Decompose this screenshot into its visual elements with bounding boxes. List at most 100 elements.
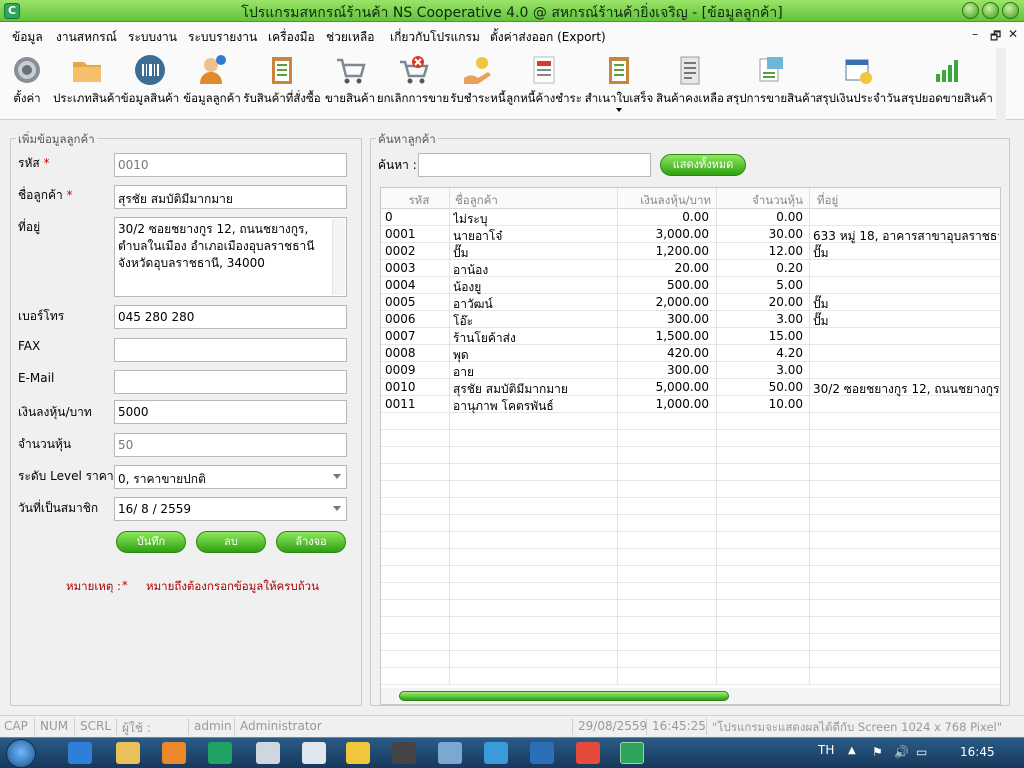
- column-header-name[interactable]: ชื่อลูกค้า: [455, 192, 498, 210]
- menu-tools[interactable]: เครื่องมือ: [268, 28, 315, 47]
- key-icon[interactable]: [346, 742, 370, 764]
- start-button[interactable]: [6, 739, 36, 768]
- clear-button[interactable]: ล้างจอ: [276, 531, 346, 553]
- toolbar-total-sales-summary[interactable]: สรุปยอดขายสินค้า: [901, 50, 993, 116]
- toolbar-receive-payment[interactable]: รับชำระหนี้: [450, 50, 506, 116]
- menu-system[interactable]: ระบบงาน: [128, 28, 177, 47]
- table-row[interactable]: [381, 498, 1000, 515]
- search-input[interactable]: [418, 153, 651, 177]
- address-textarea[interactable]: 30/2 ซอยชยางกูร 12, ถนนชยางกูร, ตำบลในเม…: [114, 217, 347, 297]
- phone-field[interactable]: 045 280 280: [114, 305, 347, 329]
- table-row[interactable]: 0003 อาน้อง 20.00 0.20: [381, 260, 1000, 277]
- menu-help[interactable]: ช่วยเหลือ: [326, 28, 375, 47]
- file-explorer-icon[interactable]: [116, 742, 140, 764]
- toolbar-copy-receipt[interactable]: สำเนาใบเสร็จ: [585, 50, 653, 116]
- menu-data[interactable]: ข้อมูล: [12, 28, 43, 47]
- customer-table[interactable]: รหัส ชื่อลูกค้า เงินลงหุ้น/บาท จำนวนหุ้น…: [380, 187, 1001, 705]
- table-row[interactable]: 0007 ร้านโยค้าส่ง 1,500.00 15.00: [381, 328, 1000, 345]
- ns-cooperative-icon[interactable]: [620, 742, 644, 764]
- toolbar-customer-data[interactable]: ข้อมูลลูกค้า: [183, 50, 241, 116]
- shares-field[interactable]: 50: [114, 433, 347, 457]
- table-row[interactable]: [381, 464, 1000, 481]
- table-row[interactable]: 0 ไม่ระบุ 0.00 0.00: [381, 209, 1000, 226]
- toolbar-sell-products[interactable]: ขายสินค้า: [325, 50, 375, 116]
- paint-icon[interactable]: [302, 742, 326, 764]
- toolbar-settings[interactable]: ตั้งค่า: [10, 50, 44, 116]
- maximize-button[interactable]: [982, 2, 999, 19]
- email-field[interactable]: [114, 370, 347, 394]
- table-row[interactable]: 0009 อาย 300.00 3.00: [381, 362, 1000, 379]
- internet-explorer-icon[interactable]: [68, 742, 92, 764]
- network-tray-icon[interactable]: ⚑: [872, 745, 883, 759]
- table-row[interactable]: 0004 น้องยู 500.00 5.00: [381, 277, 1000, 294]
- toolbar-sales-summary[interactable]: สรุปการขายสินค้า: [726, 50, 816, 116]
- table-row[interactable]: [381, 532, 1000, 549]
- tray-expand-icon[interactable]: ▲: [848, 745, 856, 756]
- table-row[interactable]: [381, 668, 1000, 685]
- column-header-address[interactable]: ที่อยู่: [817, 192, 838, 210]
- table-row[interactable]: [381, 617, 1000, 634]
- close-button[interactable]: [1002, 2, 1019, 19]
- table-row[interactable]: 0001 นายอาโจ๋ 3,000.00 30.00 633 หมู่ 18, อา…: [381, 226, 1000, 243]
- customer-name-field[interactable]: สุรชัย สมบัติมีมากมาย: [114, 185, 347, 209]
- word-icon[interactable]: [256, 742, 280, 764]
- media-player-icon[interactable]: [162, 742, 186, 764]
- menu-about[interactable]: เกี่ยวกับโปรแกรม: [390, 28, 480, 47]
- skype-icon[interactable]: [530, 742, 554, 764]
- table-row[interactable]: 0005 อาวัฒน์ 2,000.00 20.00 ปั๊ม: [381, 294, 1000, 311]
- table-horizontal-scrollbar[interactable]: [381, 688, 1000, 704]
- taskbar-clock[interactable]: 16:45: [960, 745, 995, 759]
- action-center-icon[interactable]: ▭: [916, 745, 927, 759]
- price-level-select[interactable]: 0, ราคาขายปกติ: [114, 465, 347, 489]
- table-row[interactable]: 0002 ปั๊ม 1,200.00 12.00 ปั๊ม: [381, 243, 1000, 260]
- toolbar-product-data[interactable]: ข้อมูลสินค้า: [121, 50, 179, 116]
- chrome-icon[interactable]: [576, 742, 600, 764]
- menu-export-settings[interactable]: ตั้งค่าส่งออก (Export): [490, 28, 606, 47]
- column-header-code[interactable]: รหัส: [391, 192, 447, 210]
- mdi-close-button[interactable]: ✕: [1008, 27, 1018, 41]
- fax-field[interactable]: [114, 338, 347, 362]
- table-row[interactable]: 0006 โอ๊ะ 300.00 3.00 ปั๊ม: [381, 311, 1000, 328]
- table-row[interactable]: 0008 พุด 420.00 4.20: [381, 345, 1000, 362]
- excel-icon[interactable]: [208, 742, 232, 764]
- code-field[interactable]: 0010: [114, 153, 347, 177]
- show-all-button[interactable]: แสดงทั้งหมด: [660, 154, 746, 176]
- scrollbar-thumb[interactable]: [399, 691, 729, 701]
- toolbar-product-types[interactable]: ประเภทสินค้า: [53, 50, 121, 116]
- member-date-picker[interactable]: 16/ 8 / 2559: [114, 497, 347, 521]
- table-row[interactable]: [381, 430, 1000, 447]
- menu-coop-work[interactable]: งานสหกรณ์: [56, 28, 117, 47]
- table-row[interactable]: [381, 566, 1000, 583]
- table-row[interactable]: [381, 651, 1000, 668]
- toolbar-cancel-sale[interactable]: ยกเลิกการขาย: [377, 50, 449, 116]
- table-row[interactable]: [381, 413, 1000, 430]
- toolbar-outstanding-debtors[interactable]: ลูกหนี้ค้างชำระ: [506, 50, 582, 116]
- toolbar-daily-money-summary[interactable]: สรุปเงินประจำวัน: [815, 50, 901, 116]
- column-header-investment[interactable]: เงินลงหุ้น/บาท: [619, 192, 711, 210]
- column-header-shares[interactable]: จำนวนหุ้น: [719, 192, 803, 210]
- menu-reports[interactable]: ระบบรายงาน: [188, 28, 257, 47]
- table-row[interactable]: [381, 634, 1000, 651]
- dropdown-arrow-icon[interactable]: [616, 108, 622, 112]
- minimize-button[interactable]: [962, 2, 979, 19]
- language-indicator[interactable]: TH: [818, 743, 834, 757]
- table-row[interactable]: [381, 481, 1000, 498]
- table-row[interactable]: [381, 600, 1000, 617]
- toolbar-stock-remaining[interactable]: สินค้าคงเหลือ: [656, 50, 724, 116]
- app-window-icon[interactable]: [392, 742, 416, 764]
- table-row[interactable]: [381, 583, 1000, 600]
- table-row[interactable]: [381, 447, 1000, 464]
- save-button[interactable]: บันทึก: [116, 531, 186, 553]
- volume-icon[interactable]: 🔊: [894, 745, 909, 759]
- network-icon[interactable]: [438, 742, 462, 764]
- mdi-minimize-button[interactable]: –: [972, 27, 978, 41]
- address-scrollbar[interactable]: [332, 219, 345, 295]
- table-row[interactable]: [381, 515, 1000, 532]
- toolbar-scrollbar[interactable]: [996, 48, 1006, 120]
- table-row[interactable]: [381, 549, 1000, 566]
- mail-icon[interactable]: [484, 742, 508, 764]
- delete-button[interactable]: ลบ: [196, 531, 266, 553]
- mdi-restore-button[interactable]: 🗗: [990, 27, 1001, 48]
- investment-field[interactable]: 5000: [114, 400, 347, 424]
- table-row[interactable]: 0010 สุรชัย สมบัติมีมากมาย 5,000.00 50.00 30…: [381, 379, 1000, 396]
